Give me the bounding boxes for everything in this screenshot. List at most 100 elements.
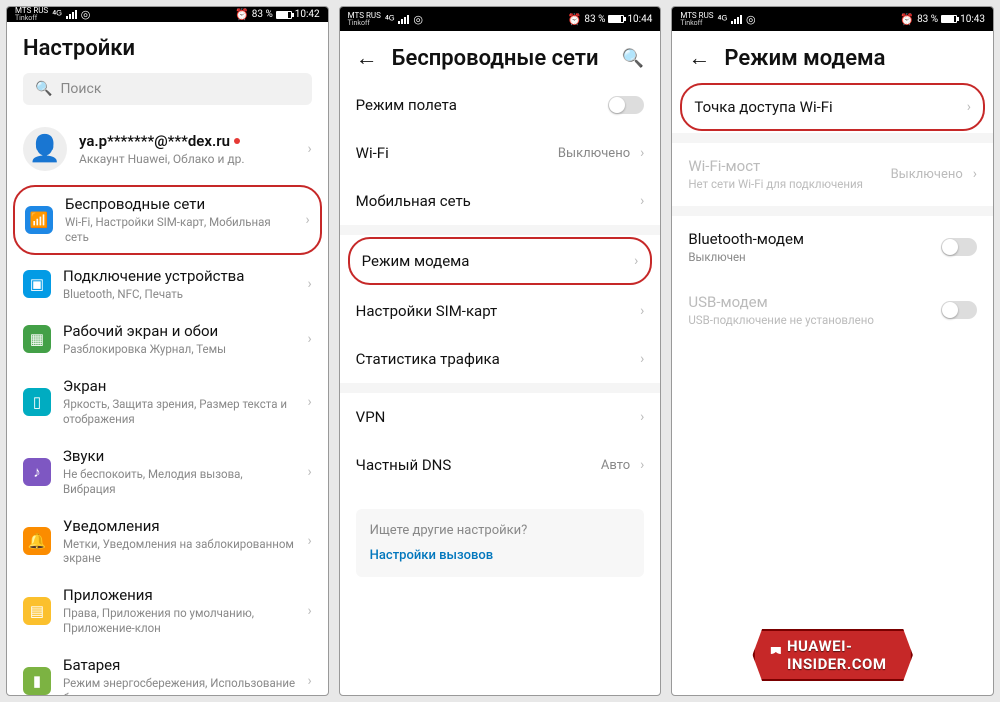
settings-item[interactable]: ▤ПриложенияПрава, Приложения по умолчани… — [7, 576, 328, 646]
item-subtitle: Права, Приложения по умолчанию, Приложен… — [63, 606, 295, 636]
item-subtitle: Не беспокоить, Мелодия вызова, Вибрация — [63, 467, 295, 497]
chevron-right-icon: › — [640, 145, 644, 161]
screen-header: Настройки — [7, 22, 328, 67]
chevron-right-icon: › — [307, 603, 311, 619]
chevron-right-icon: › — [640, 303, 644, 319]
battery-pct: 83 % — [252, 9, 273, 20]
item-value: Выключено — [891, 167, 963, 182]
back-button[interactable]: ← — [356, 45, 378, 71]
account-sub: Аккаунт Huawei, Облако и др. — [79, 152, 295, 166]
chevron-right-icon: › — [307, 533, 311, 549]
toggle-switch[interactable] — [941, 238, 977, 256]
signal-icon — [66, 10, 77, 19]
section-divider — [672, 206, 993, 216]
settings-item[interactable]: 🔔УведомленияМетки, Уведомления на заблок… — [7, 507, 328, 577]
settings-item[interactable]: ▦ Рабочий экран и обои Разблокировка Журна… — [7, 312, 328, 367]
item-icon: ▤ — [23, 597, 51, 625]
avatar: 👤 — [23, 127, 67, 171]
item-subtitle: Wi-Fi, Настройки SIM-карт, Мобильная сет… — [65, 215, 293, 245]
settings-item[interactable]: 📶Беспроводные сетиWi-Fi, Настройки SIM-к… — [13, 185, 322, 255]
chevron-right-icon: › — [307, 276, 311, 292]
item-subtitle: Нет сети Wi-Fi для подключения — [688, 177, 880, 192]
item-subtitle: Разблокировка Журнал, Темы — [63, 342, 295, 357]
screen-header: ← Беспроводные сети 🔍 — [340, 31, 661, 81]
tether-item[interactable]: Bluetooth-модем Выключен — [672, 216, 993, 279]
tether-list: Точка доступа Wi-Fi › Wi-Fi-мост Нет сети W… — [672, 81, 993, 342]
item-title: USB-модем — [688, 293, 931, 311]
phone-screen-3: MTS RUS Tinkoff ⁴ᴳ ◎ ⏰ 83 % 10:43 ← Режи… — [671, 6, 994, 696]
tether-item[interactable]: Точка доступа Wi-Fi › — [680, 83, 985, 131]
item-icon: ▣ — [23, 270, 51, 298]
item-title: Настройки SIM-карт — [356, 302, 630, 320]
search-button[interactable]: 🔍 — [622, 48, 644, 69]
wireless-item[interactable]: VPN› — [340, 393, 661, 441]
section-divider — [672, 133, 993, 143]
settings-item[interactable]: ♪ Звуки Не беспокоить, Мелодия вызова, Виб… — [7, 437, 328, 507]
settings-item[interactable]: ▣ Подключение устройства Bluetooth, NFC, П… — [7, 257, 328, 312]
phone-screen-2: MTS RUS Tinkoff ⁴ᴳ ◎ ⏰ 83 % 10:44 ← Бесп… — [339, 6, 662, 696]
item-subtitle: USB-подключение не установлено — [688, 313, 931, 328]
page-title: Режим модема — [724, 46, 977, 71]
huawei-logo-icon — [771, 647, 781, 663]
status-bar: MTS RUS Tinkoff ⁴ᴳ ◎ ⏰ 83 % 10:43 — [672, 7, 993, 31]
page-title: Настройки — [23, 36, 312, 61]
wireless-item[interactable]: Частный DNSАвто› — [340, 441, 661, 489]
toggle-switch[interactable] — [608, 96, 644, 114]
notification-dot — [234, 138, 240, 144]
chevron-right-icon: › — [634, 253, 638, 269]
clock: 10:44 — [627, 14, 652, 25]
item-title: Wi-Fi-мост — [688, 157, 880, 175]
tether-item: USB-модем USB-подключение не установлено — [672, 279, 993, 342]
item-subtitle: Выключен — [688, 250, 931, 265]
toggle-switch — [941, 301, 977, 319]
item-icon: ▦ — [23, 325, 51, 353]
search-placeholder: Поиск — [60, 81, 101, 97]
wireless-item[interactable]: Wi-FiВыключено› — [340, 129, 661, 177]
item-title: Режим полета — [356, 96, 599, 114]
item-title: Рабочий экран и обои — [63, 322, 295, 340]
search-icon: 🔍 — [35, 81, 52, 97]
back-button[interactable]: ← — [688, 45, 710, 71]
footer-link[interactable]: Настройки вызовов — [370, 548, 631, 563]
tether-item: Wi-Fi-мост Нет сети Wi-Fi для подключения… — [672, 143, 993, 206]
footer-box: Ищете другие настройки? Настройки вызово… — [356, 509, 645, 577]
chevron-right-icon: › — [973, 166, 977, 182]
alarm-icon: ⏰ — [235, 9, 249, 20]
watermark: HUAWEI-INSIDER.COM — [753, 629, 913, 681]
clock: 10:43 — [960, 14, 985, 25]
item-title: Точка доступа Wi-Fi — [694, 98, 956, 116]
chevron-right-icon: › — [967, 99, 971, 115]
chevron-right-icon: › — [307, 394, 311, 410]
section-divider — [340, 383, 661, 393]
chevron-right-icon: › — [307, 464, 311, 480]
item-title: Батарея — [63, 656, 295, 674]
item-subtitle: Яркость, Защита зрения, Размер текста и … — [63, 397, 295, 427]
screen-header: ← Режим модема — [672, 31, 993, 81]
settings-item[interactable]: ▯ЭкранЯркость, Защита зрения, Размер тек… — [7, 367, 328, 437]
item-title: Режим модема — [362, 252, 624, 270]
item-subtitle: Bluetooth, NFC, Печать — [63, 287, 295, 302]
wireless-item[interactable]: Настройки SIM-карт › — [340, 287, 661, 335]
search-input[interactable]: 🔍 Поиск — [23, 73, 312, 105]
item-title: Экран — [63, 377, 295, 395]
item-title: Подключение устройства — [63, 267, 295, 285]
item-title: Звуки — [63, 447, 295, 465]
item-value: Авто — [601, 458, 630, 473]
item-title: Bluetooth-модем — [688, 230, 931, 248]
wireless-item[interactable]: Режим полета — [340, 81, 661, 129]
page-title: Беспроводные сети — [392, 46, 608, 71]
settings-item[interactable]: ▮БатареяРежим энергосбережения, Использо… — [7, 646, 328, 696]
wireless-item[interactable]: Мобильная сеть› — [340, 177, 661, 225]
status-bar: MTS RUS Tinkoff ⁴ᴳ ◎ ⏰ 83 % 10:42 — [7, 7, 328, 22]
chevron-right-icon: › — [307, 141, 311, 157]
wireless-item[interactable]: Статистика трафика› — [340, 335, 661, 383]
phone-screen-1: MTS RUS Tinkoff ⁴ᴳ ◎ ⏰ 83 % 10:42 Настро… — [6, 6, 329, 696]
item-icon: ♪ — [23, 458, 51, 486]
account-row[interactable]: 👤 ya.p*******@***dex.ru Аккаунт Huawei, … — [7, 115, 328, 183]
item-title: Мобильная сеть — [356, 192, 630, 210]
item-icon: 🔔 — [23, 527, 51, 555]
wireless-item[interactable]: Режим модема › — [348, 237, 653, 285]
item-title: Статистика трафика — [356, 350, 630, 368]
item-subtitle: Режим энергосбережения, Использование ба… — [63, 676, 295, 696]
wireless-list: Режим полетаWi-FiВыключено›Мобильная сет… — [340, 81, 661, 489]
